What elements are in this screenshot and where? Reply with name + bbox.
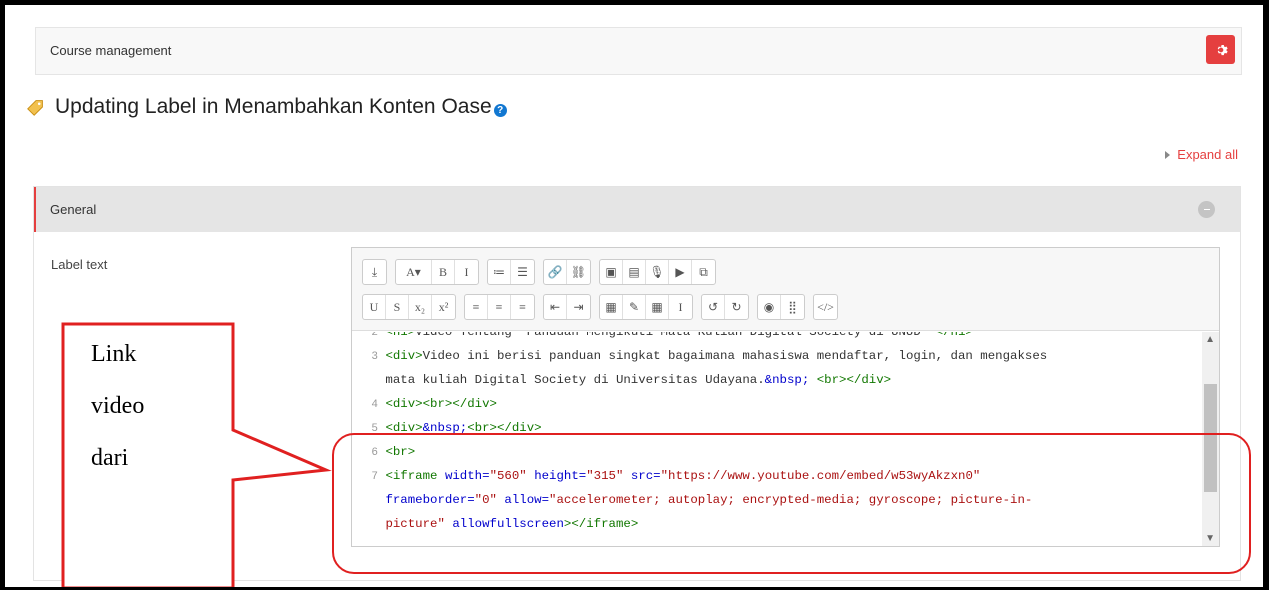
toolbar-button[interactable]: ▦: [646, 295, 669, 319]
toolbar-button[interactable]: ⇤: [544, 295, 567, 319]
gear-icon: [1217, 44, 1228, 55]
line-number: 4: [371, 399, 378, 411]
code-line: 4 <div><br></div>: [352, 392, 497, 416]
callout-line-1: Link: [91, 341, 137, 367]
breadcrumb-course-management[interactable]: Course management: [50, 43, 171, 58]
toolbar-button[interactable]: ▦: [600, 295, 623, 319]
scroll-up-icon[interactable]: ▲: [1205, 334, 1215, 345]
toolbar-button[interactable]: B: [432, 260, 455, 284]
code-text: <div><br></div>: [385, 397, 497, 411]
toolbar-group: ⤓: [362, 259, 387, 285]
toolbar-group: ◉ ⣿: [757, 294, 805, 320]
toolbar-button[interactable]: ☰: [511, 260, 534, 284]
toolbar-group: ⇤ ⇥: [543, 294, 591, 320]
toolbar-group: ≔ ☰: [487, 259, 535, 285]
toolbar-button[interactable]: ▶: [669, 260, 692, 284]
toolbar-button[interactable]: ▣: [600, 260, 623, 284]
toolbar-button[interactable]: 🎙: [646, 260, 669, 284]
toolbar-group: U Sx₂ x²: [362, 294, 456, 320]
section-title: General: [50, 202, 97, 217]
toolbar-button[interactable]: ⣿: [781, 295, 804, 319]
toolbar-button[interactable]: ↻: [725, 295, 748, 319]
toolbar-button[interactable]: 🔗: [544, 260, 567, 284]
page: Course management Updating Label in Mena…: [5, 5, 1263, 590]
code-text: <div>Video ini berisi panduan singkat ba…: [385, 349, 1048, 363]
toolbar-button[interactable]: ≡: [488, 295, 511, 319]
help-icon[interactable]: ?: [493, 103, 507, 117]
breadcrumb-bar: Course management: [35, 27, 1242, 75]
toolbar-button[interactable]: I: [669, 295, 692, 319]
collapse-icon[interactable]: [1198, 201, 1215, 218]
toolbar-row-1: ⤓ A▾ B I ≔ ☰ 🔗 ⛓ ▣ ▤ 🎙 ▶ ⧉: [362, 259, 724, 285]
toolbar-group: 🔗 ⛓: [543, 259, 591, 285]
code-text: <h1>Video Tentang "Panduan Mengikuti Mat…: [385, 332, 973, 339]
toolbar-button[interactable]: ⛓: [567, 260, 590, 284]
toolbar-group: ▦ ✎ ▦ I: [599, 294, 693, 320]
toolbar-row-2: U Sx₂ x² ≡ ≡ ≡ ⇤ ⇥ ▦ ✎ ▦ I ↺ ↻ ◉ ⣿ </>: [362, 294, 846, 320]
toolbar-button[interactable]: S: [386, 295, 409, 319]
label-tag-icon: [27, 100, 43, 116]
label-text-field-label: Label text: [51, 257, 108, 272]
callout-line-2: video: [91, 393, 145, 419]
code-line: 2 <h1>Video Tentang "Panduan Mengikuti M…: [352, 332, 973, 344]
toolbar-button[interactable]: x₂: [409, 295, 432, 319]
toolbar-group: </>: [813, 294, 838, 320]
toolbar-group: ≡ ≡ ≡: [464, 294, 535, 320]
page-title: Updating Label in Menambahkan Konten Oas…: [55, 95, 492, 118]
expand-arrow-icon: [1165, 150, 1171, 159]
settings-gear-button[interactable]: [1206, 35, 1235, 64]
toolbar-button[interactable]: U: [363, 295, 386, 319]
toolbar-group: ↺ ↻: [701, 294, 749, 320]
toolbar-button[interactable]: ◉: [758, 295, 781, 319]
expand-all-label: Expand all: [1177, 147, 1238, 162]
toolbar-button[interactable]: A▾: [396, 260, 432, 284]
toolbar-button[interactable]: ≔: [488, 260, 511, 284]
toolbar-button[interactable]: ✎: [623, 295, 646, 319]
toolbar-button[interactable]: ≡: [465, 295, 488, 319]
toolbar-button[interactable]: </>: [814, 295, 837, 319]
toolbar-button[interactable]: ≡: [511, 295, 534, 319]
iframe-highlight-outline: [332, 433, 1251, 574]
code-line: 3 <div>Video ini berisi panduan singkat …: [352, 344, 1047, 368]
expand-all-link[interactable]: Expand all: [1165, 147, 1238, 162]
line-number: 3: [371, 351, 378, 363]
page-heading: Updating Label in Menambahkan Konten Oas…: [25, 95, 507, 119]
toolbar-button[interactable]: ⧉: [692, 260, 715, 284]
toolbar-button[interactable]: ⇥: [567, 295, 590, 319]
toolbar-button[interactable]: ▤: [623, 260, 646, 284]
toolbar-group: ▣ ▤ 🎙 ▶ ⧉: [599, 259, 716, 285]
callout-line-3: dari: [91, 445, 129, 471]
toolbar-group: A▾ B I: [395, 259, 479, 285]
toolbar-button[interactable]: I: [455, 260, 478, 284]
toolbar-button[interactable]: ⤓: [363, 260, 386, 284]
general-section-header[interactable]: General: [34, 187, 1240, 232]
editor-toolbar: ⤓ A▾ B I ≔ ☰ 🔗 ⛓ ▣ ▤ 🎙 ▶ ⧉ U Sx₂ x² ≡ ≡ ≡ ⇤ ⇥ ▦ ✎ ▦ I ↺ ↻ ◉ ⣿ </>: [352, 248, 1219, 331]
code-line: mata kuliah Digital Society di Universit…: [352, 368, 891, 392]
toolbar-button[interactable]: ↺: [702, 295, 725, 319]
code-text: mata kuliah Digital Society di Universit…: [378, 373, 892, 387]
toolbar-button[interactable]: x²: [432, 295, 455, 319]
